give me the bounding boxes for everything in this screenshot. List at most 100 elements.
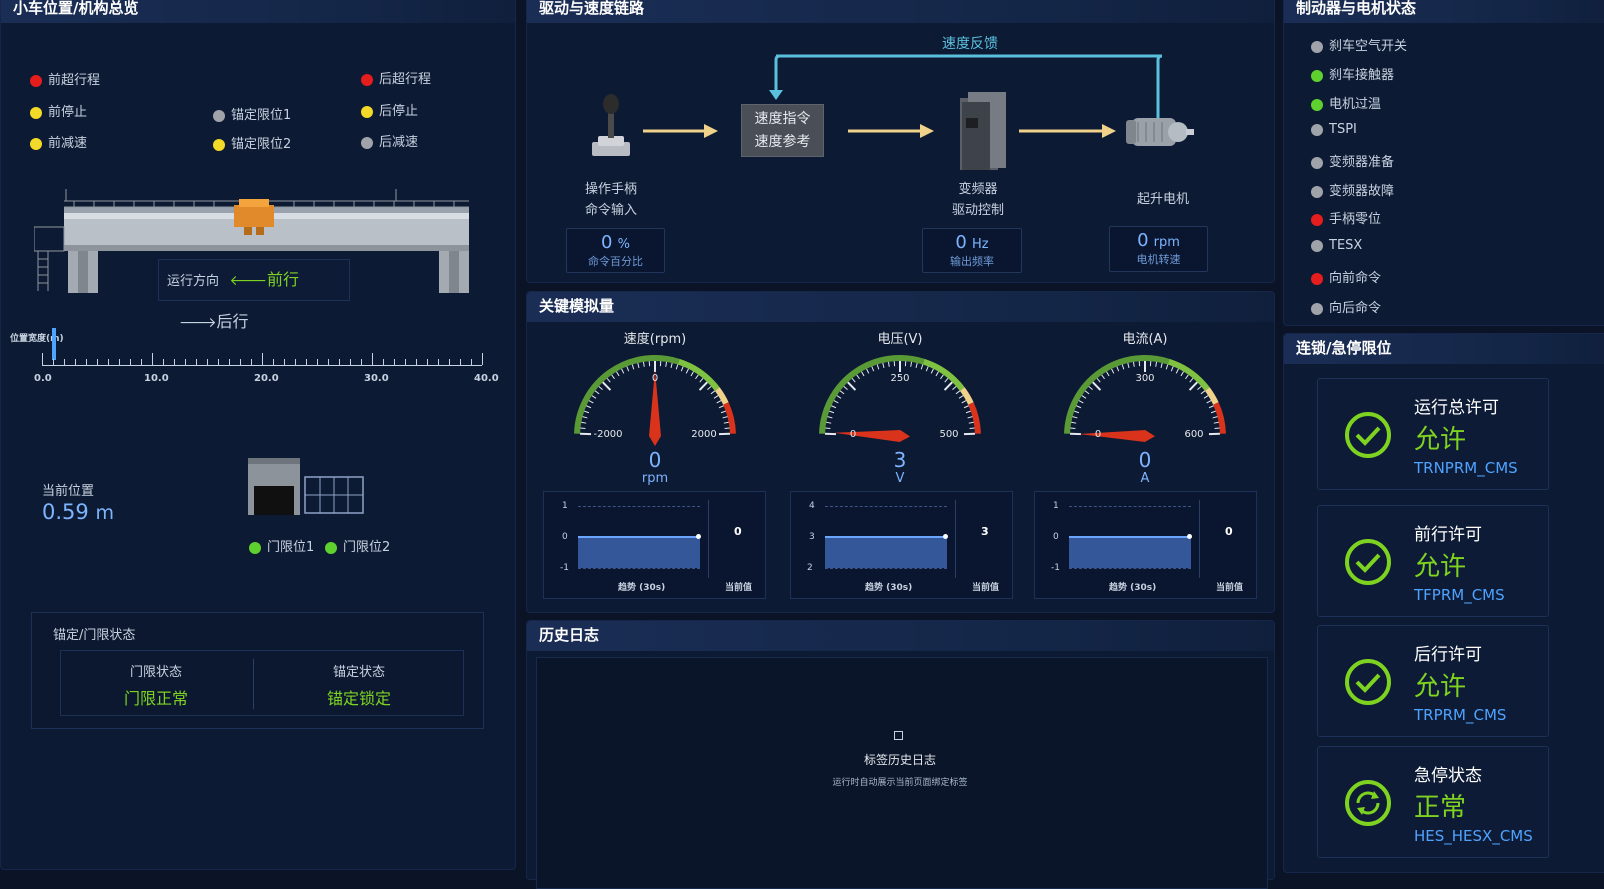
gauge-tick <box>666 362 667 367</box>
ruler-tick <box>251 359 252 365</box>
gauge-tick <box>834 401 838 403</box>
interlock-state: 允许 <box>1414 546 1466 583</box>
gauge-title: 电流(A) <box>1075 328 1215 347</box>
limit-lamp-rear-overtravel: 后超行程 <box>361 68 431 87</box>
gauge-tick <box>1093 382 1101 390</box>
vfd-value-box: 0 Hz 输出频率 <box>922 228 1022 273</box>
ruler-tick <box>449 359 450 365</box>
trend-y-top: 4 <box>809 501 815 511</box>
gauge-tick <box>911 362 912 367</box>
gauge-tick <box>676 365 678 370</box>
ruler-tick <box>372 353 373 365</box>
trend-chart: 1 0 -1 0 趋势 (30s) 当前值 <box>543 491 766 599</box>
gauge-min-label: 0 <box>823 429 883 440</box>
gauge-tick <box>968 417 973 418</box>
gauge-tick <box>707 386 711 389</box>
trend-endpoint <box>943 534 948 539</box>
limit-lamp-front-overtravel: 前超行程 <box>30 69 100 88</box>
joystick-icon <box>592 94 630 156</box>
gauge-tick <box>595 391 599 394</box>
interlock-state: 正常 <box>1414 787 1466 824</box>
gauge-tick <box>1082 396 1086 399</box>
lamp-gray-icon <box>361 137 373 149</box>
trend-divider <box>955 500 956 578</box>
gauge-tick <box>861 372 864 376</box>
gauge-tick <box>723 417 728 418</box>
gauge-tick <box>945 382 953 390</box>
motor-value-box: 0 rpm 电机转速 <box>1109 226 1208 272</box>
gauge-min-label: 0 <box>1068 429 1128 440</box>
ruler-tick <box>416 359 417 365</box>
gauge-tick <box>1185 375 1188 379</box>
lamp-red-icon <box>361 74 373 86</box>
ruler-tick <box>108 359 109 365</box>
position-marker <box>52 328 56 360</box>
brake-status-item: 向后命令 <box>1311 297 1381 316</box>
gauge-tick <box>583 417 588 418</box>
joystick-label: 操作手柄 命令输入 <box>570 179 652 221</box>
lamp-red-icon <box>1311 214 1323 226</box>
gauge-unit: A <box>1105 471 1185 486</box>
brake-status-item: 手柄零位 <box>1311 208 1381 227</box>
lamp-red-icon <box>30 75 42 87</box>
gauge-arc-segment <box>717 389 726 403</box>
direction-forward: 前行 <box>267 270 299 289</box>
status-inner-box: 门限状态 门限正常 锚定状态 锚定锁定 <box>60 650 464 716</box>
gauge-tick <box>724 422 729 423</box>
trend-y-bot: 2 <box>807 563 813 573</box>
ruler-tick <box>141 359 142 365</box>
brake-motor-title: 制动器与电机状态 <box>1284 0 1604 23</box>
gauge-tick <box>877 365 879 370</box>
lamp-gray-icon <box>1311 157 1323 169</box>
history-content <box>536 657 1268 889</box>
ruler-tick <box>86 359 87 365</box>
gauge-dial <box>810 348 990 458</box>
check-circle-icon <box>1344 538 1392 586</box>
lamp-green-icon <box>325 542 337 554</box>
trend-bot-dash <box>1069 568 1191 569</box>
lamp-yellow-icon <box>30 138 42 150</box>
ruler-tick <box>295 359 296 365</box>
gauge-tick <box>883 363 884 368</box>
ruler-tick <box>460 359 461 365</box>
interlock-title-text: 运行总许可 <box>1414 393 1499 418</box>
gauge-arc-segment <box>962 389 971 403</box>
ruler-tick <box>438 359 439 365</box>
interlock-card: 运行总许可允许TRNPRM_CMS <box>1317 378 1549 490</box>
ruler-tick <box>196 359 197 365</box>
motor-label: 起升电机 <box>1122 189 1204 210</box>
history-panel-title: 历史日志 <box>527 621 1274 651</box>
limit-lamp-front-slowdown: 前减速 <box>30 132 87 151</box>
gauge-tick <box>931 369 933 373</box>
trend-divider <box>1199 500 1200 578</box>
trend-y-bot: -1 <box>1051 563 1060 573</box>
ruler-tick <box>471 359 472 365</box>
gauge-tick <box>1197 386 1201 389</box>
gauge-dial <box>565 348 745 458</box>
gauge-tick <box>1097 378 1100 382</box>
gauge-tick <box>616 372 619 376</box>
gauge-tick <box>1176 369 1178 373</box>
gauge-tick <box>612 375 615 379</box>
trend-y-mid: 3 <box>809 532 815 542</box>
gauge-tick <box>599 386 603 389</box>
gauge-tick <box>1201 391 1205 394</box>
brake-status-item: TSPI <box>1311 122 1357 137</box>
door-illustration <box>248 458 368 518</box>
ruler-tick <box>482 353 483 365</box>
gauge-tick <box>867 369 869 373</box>
brake-status-item: 向前命令 <box>1311 267 1381 286</box>
gauge-max-label: 2000 <box>674 429 734 440</box>
ruler-tick <box>97 359 98 365</box>
gauge-tick <box>872 366 874 371</box>
gauge-tick <box>686 369 688 373</box>
ruler-tick <box>405 359 406 365</box>
gauge-tick <box>837 396 841 399</box>
gauge-tick <box>1122 365 1124 370</box>
gauge-tick <box>966 411 971 413</box>
trend-chart: 4 3 2 3 趋势 (30s) 当前值 <box>790 491 1013 599</box>
gauge-tick <box>828 417 833 418</box>
ruler-label: 0.0 <box>34 373 52 384</box>
brake-status-item: TESX <box>1311 238 1362 253</box>
lamp-green-icon <box>249 542 261 554</box>
